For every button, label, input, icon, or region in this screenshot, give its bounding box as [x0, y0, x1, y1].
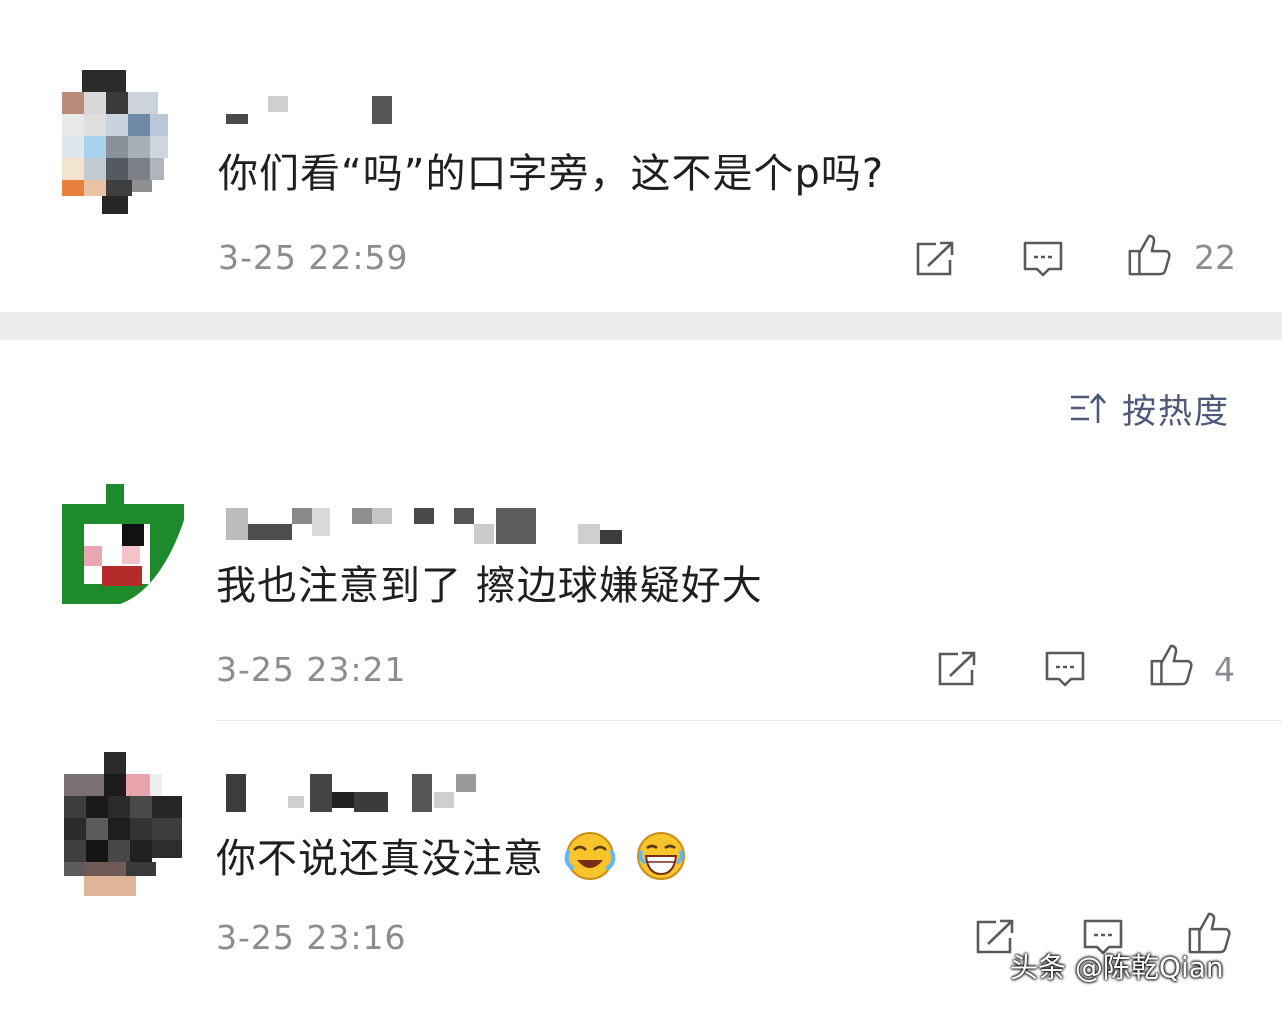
divider — [216, 720, 1282, 721]
reply-button[interactable] — [1020, 236, 1066, 282]
avatar[interactable] — [58, 70, 182, 220]
comment-text: 我也注意到了 擦边球嫌疑好大 — [216, 563, 763, 609]
like-count: 4 — [1214, 650, 1235, 689]
username[interactable] — [226, 92, 396, 132]
grinning-tears-emoji — [637, 832, 686, 880]
share-button[interactable] — [934, 646, 980, 692]
comment-text: 你不说还真没注意 — [216, 830, 687, 883]
thumbs-up-icon — [1150, 644, 1193, 686]
comment-icon — [1045, 651, 1085, 687]
comment-timestamp: 3-25 23:16 — [216, 918, 407, 957]
comment-text-content: 你不说还真没注意 — [216, 836, 544, 882]
like-button[interactable] — [1126, 232, 1172, 278]
comment-timestamp: 3-25 23:21 — [216, 650, 407, 689]
like-count: 22 — [1194, 238, 1236, 277]
comment-text: 你们看“吗”的口字旁，这不是个p吗? — [218, 151, 885, 197]
share-icon — [938, 651, 976, 686]
avatar[interactable] — [60, 752, 184, 902]
comment-timestamp: 3-25 22:59 — [218, 238, 409, 277]
comment-icon — [1023, 241, 1063, 277]
crying-laughing-emoji — [564, 832, 616, 880]
sort-icon — [1071, 393, 1106, 423]
section-divider — [0, 312, 1282, 340]
avatar[interactable] — [60, 484, 184, 634]
watermark: 头条 @陈乾Qian — [1010, 951, 1224, 984]
sort-label: 按热度 — [1122, 391, 1230, 432]
username[interactable] — [226, 772, 486, 812]
share-button[interactable] — [912, 236, 958, 282]
share-icon — [916, 241, 954, 276]
reply-button[interactable] — [1042, 646, 1088, 692]
username[interactable] — [226, 504, 626, 544]
sort-by-hot-button[interactable]: 按热度 — [1068, 386, 1230, 432]
like-button[interactable] — [1148, 642, 1194, 688]
thumbs-up-icon — [1128, 234, 1171, 276]
